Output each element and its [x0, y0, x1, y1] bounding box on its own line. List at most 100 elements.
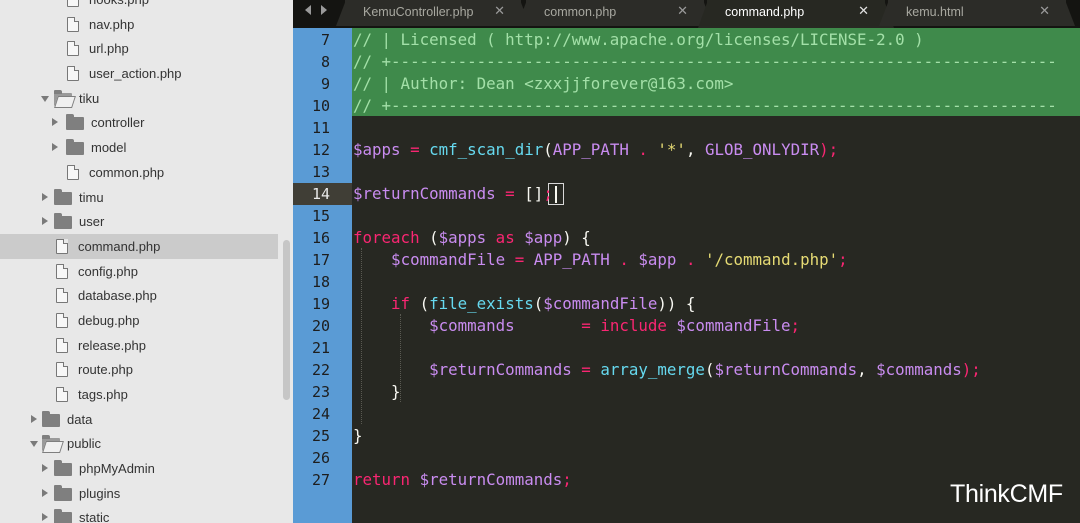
tree-item-label: database.php [78, 288, 157, 304]
tree-folder-data[interactable]: data [0, 407, 278, 432]
folder-icon [54, 188, 72, 205]
close-tab-icon[interactable]: ✕ [858, 3, 869, 19]
tree-folder-phpmyadmin[interactable]: phpMyAdmin [0, 456, 278, 481]
tree-file-nav-php[interactable]: nav.php [0, 12, 278, 37]
tab-label: kemu.html [906, 5, 964, 19]
disclosure-closed-icon[interactable] [42, 488, 48, 497]
disclosure-closed-icon[interactable] [42, 217, 48, 226]
disclosure-closed-icon[interactable] [52, 118, 58, 127]
tree-file-database-php[interactable]: database.php [0, 283, 278, 308]
file-tree-sidebar: hooks.php nav.php url.php user_action.phpti… [0, 0, 293, 523]
code-token: = [571, 360, 601, 379]
tab-label: command.php [725, 5, 805, 19]
tree-file-command-php[interactable]: command.php [0, 233, 278, 259]
disclosure-closed-icon[interactable] [42, 192, 48, 201]
code-token: app [647, 250, 677, 269]
code-token: $ [876, 360, 886, 379]
folder-icon [54, 213, 72, 230]
tree-file-common-php[interactable]: common.php [0, 160, 278, 185]
disclosure-open-icon[interactable] [41, 95, 49, 102]
code-line[interactable] [353, 337, 1080, 359]
code-line[interactable]: if (file_exists($commandFile)) { [353, 293, 1080, 315]
code-line[interactable] [353, 403, 1080, 425]
code-token: apps [448, 228, 487, 247]
code-token: } [353, 382, 401, 401]
watermark-thinkcmf: ThinkCMF [950, 480, 1063, 508]
code-line[interactable] [353, 117, 1080, 139]
tree-folder-controller[interactable]: controller [0, 110, 278, 135]
code-line[interactable]: $apps = cmf_scan_dir(APP_PATH . '*', GLO… [353, 139, 1080, 161]
code-line[interactable]: $commandFile = APP_PATH . $app . '/comma… [353, 249, 1080, 271]
tab-kemu-html[interactable]: kemu.html ✕ [879, 0, 1075, 26]
code-line[interactable]: // | Author: Dean <zxxjjforever@163.com> [353, 73, 1080, 95]
tree-file-route-php[interactable]: route.php [0, 357, 278, 382]
file-icon [67, 41, 79, 57]
tree-folder-user[interactable]: user [0, 209, 278, 234]
code-token: . [676, 250, 705, 269]
line-number: 7 [320, 31, 330, 49]
code-token: = [514, 316, 601, 335]
file-icon [56, 362, 68, 378]
tree-folder-public[interactable]: public [0, 431, 278, 456]
folder-icon [66, 139, 84, 156]
close-tab-icon[interactable]: ✕ [1039, 3, 1050, 19]
tab-kemucontroller-php[interactable]: KemuController.php ✕ [336, 0, 530, 26]
code-line[interactable]: } [353, 425, 1080, 447]
code-token: = [505, 250, 534, 269]
code-token: APP_PATH [533, 250, 610, 269]
code-line[interactable]: $returnCommands = []; [353, 183, 1080, 205]
code-token: ( [533, 294, 544, 313]
code-line[interactable]: // +------------------------------------… [353, 95, 1080, 117]
code-line[interactable]: $returnCommands = array_merge($returnCom… [353, 359, 1080, 381]
file-icon [56, 387, 68, 402]
folder-open-icon [54, 89, 72, 106]
code-token: // | Licensed ( http://www.apache.org/li… [353, 30, 924, 49]
code-editor[interactable]: // | Licensed ( http://www.apache.org/li… [352, 28, 1080, 523]
code-line[interactable] [353, 271, 1080, 293]
code-line[interactable] [353, 447, 1080, 469]
code-line[interactable]: // +------------------------------------… [353, 51, 1080, 73]
code-line[interactable]: // | Licensed ( http://www.apache.org/li… [353, 29, 1080, 51]
tab-command-php[interactable]: command.php ✕ [698, 0, 894, 28]
code-line[interactable]: } [353, 381, 1080, 403]
tree-file-config-php[interactable]: config.php [0, 259, 278, 284]
code-token: = [400, 140, 430, 159]
tree-folder-model[interactable]: model [0, 135, 278, 160]
code-line[interactable]: $commands = include $commandFile; [353, 315, 1080, 337]
line-number: 24 [311, 405, 330, 423]
disclosure-open-icon[interactable] [30, 441, 38, 448]
code-line[interactable] [353, 205, 1080, 227]
close-tab-icon[interactable]: ✕ [494, 3, 505, 19]
close-tab-icon[interactable]: ✕ [677, 3, 688, 19]
file-icon [56, 288, 68, 304]
tree-folder-tiku[interactable]: tiku [0, 86, 278, 111]
tree-file-hooks-php[interactable]: hooks.php [0, 0, 278, 12]
tab-scroll-right-icon[interactable] [321, 5, 327, 15]
disclosure-closed-icon[interactable] [52, 143, 58, 152]
tree-file-tags-php[interactable]: tags.php [0, 382, 278, 407]
tree-item-label: timu [79, 189, 104, 205]
tree-folder-static[interactable]: static [0, 505, 278, 523]
tab-scroll-left-icon[interactable] [305, 5, 311, 15]
disclosure-closed-icon[interactable] [42, 464, 48, 473]
tree-folder-plugins[interactable]: plugins [0, 481, 278, 506]
sidebar-scrollbar-thumb[interactable] [283, 240, 290, 400]
tree-file-url-php[interactable]: url.php [0, 36, 278, 61]
line-number: 16 [311, 229, 330, 247]
file-icon [67, 16, 79, 32]
disclosure-closed-icon[interactable] [42, 513, 48, 522]
code-line[interactable] [353, 161, 1080, 183]
tree-file-debug-php[interactable]: debug.php [0, 308, 278, 333]
sidebar-scrollbar[interactable] [280, 0, 293, 523]
tree-file-release-php[interactable]: release.php [0, 333, 278, 358]
folder-icon [54, 460, 72, 477]
disclosure-closed-icon[interactable] [31, 414, 37, 423]
tab-common-php[interactable]: common.php ✕ [517, 0, 713, 26]
tree-folder-timu[interactable]: timu [0, 185, 278, 210]
code-line[interactable]: foreach ($apps as $app) { [353, 227, 1080, 249]
tree-file-user-action-php[interactable]: user_action.php [0, 61, 278, 86]
tree-item-label: public [67, 436, 101, 452]
code-token: '/command.php' [704, 250, 839, 269]
code-token: '*' [657, 140, 686, 159]
